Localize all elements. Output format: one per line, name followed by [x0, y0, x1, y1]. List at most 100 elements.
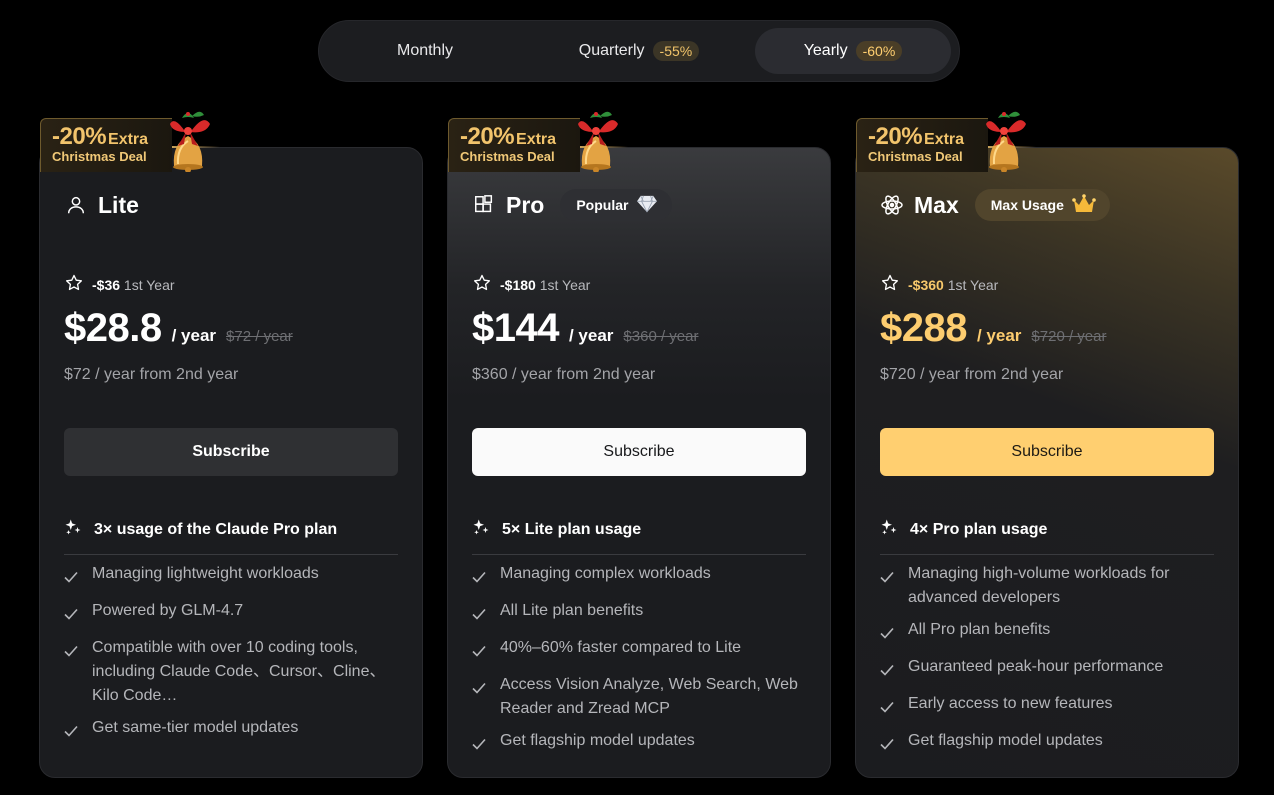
renewal-price: $360 / year from 2nd year [472, 366, 656, 383]
renewal-price: $720 / year from 2nd year [880, 366, 1064, 383]
plan-name: Lite [98, 191, 139, 218]
feature-text: All Pro plan benefits [908, 621, 1051, 638]
sparkle-icon [472, 518, 490, 541]
plan-card-max: Max Max Usage -$360 1st Year $288 / year… [855, 147, 1239, 778]
feature-text: Access Vision Analyze, Web Search, Web R… [500, 676, 798, 717]
feature-text: Managing complex workloads [500, 565, 711, 582]
price-row: $288 / year $720 / year [880, 306, 1106, 351]
plan-name: Max [914, 191, 959, 218]
feature-headline-text: 3× usage of the Claude Pro plan [94, 520, 338, 538]
subscribe-button[interactable]: Subscribe [64, 428, 398, 476]
original-price: $72 / year [226, 328, 293, 345]
discount-badge: -55% [652, 41, 700, 61]
check-icon [64, 716, 78, 745]
check-icon [880, 655, 894, 684]
feature-item: Managing complex workloads [472, 562, 806, 591]
savings-period: 1st Year [947, 276, 999, 293]
feature-text: Get flagship model updates [500, 732, 695, 749]
tab-quarterly[interactable]: Quarterly -55% [541, 28, 737, 74]
tab-yearly[interactable]: Yearly -60% [755, 28, 951, 74]
christmas-bell-icon [170, 111, 210, 172]
tab-monthly[interactable]: Monthly [327, 28, 523, 74]
subscribe-button[interactable]: Subscribe [880, 428, 1214, 476]
deal-label: -20% Extra Christmas Deal [448, 118, 580, 172]
first-year-savings: -$36 1st Year [64, 273, 175, 296]
tab-label: Monthly [396, 42, 454, 59]
feature-item: Get flagship model updates [472, 729, 806, 758]
feature-text: Managing lightweight workloads [92, 565, 319, 582]
check-icon [472, 673, 486, 721]
deal-extra: Extra [924, 131, 965, 148]
check-icon [472, 636, 486, 665]
check-icon [472, 729, 486, 758]
feature-text: Get flagship model updates [908, 732, 1103, 749]
feature-text: 40%–60% faster compared to Lite [500, 639, 742, 656]
christmas-deal-badge: -20% Extra Christmas Deal [40, 111, 220, 174]
feature-item: Powered by GLM-4.7 [64, 599, 398, 628]
deal-label: -20% Extra Christmas Deal [40, 118, 172, 172]
feature-text: Powered by GLM-4.7 [92, 602, 244, 619]
feature-headline-text: 4× Pro plan usage [910, 520, 1048, 538]
price-period: / year [976, 326, 1022, 345]
feature-item: Early access to new features [880, 692, 1214, 721]
price-row: $28.8 / year $72 / year [64, 306, 293, 351]
deal-name: Christmas Deal [868, 149, 963, 164]
christmas-deal-badge: -20% Extra Christmas Deal [856, 111, 1036, 174]
feature-text: Compatible with over 10 coding tools, in… [92, 639, 386, 704]
blocks-icon [472, 193, 496, 217]
sparkle-icon [880, 518, 898, 541]
original-price: $720 / year [1031, 328, 1107, 345]
crown-icon [1072, 193, 1096, 217]
deal-percent: -20% [460, 123, 515, 150]
badge-label: Popular [576, 197, 629, 213]
price-period: / year [171, 326, 217, 345]
price: $288 [880, 306, 967, 350]
star-icon [64, 273, 84, 296]
deal-extra: Extra [108, 131, 149, 148]
price: $28.8 [64, 306, 162, 350]
badge-label: Max Usage [990, 197, 1064, 213]
check-icon [880, 729, 894, 758]
plan-card-lite: Lite -$36 1st Year $28.8 / year $72 / ye… [39, 147, 423, 778]
plan-header: Lite [64, 190, 139, 220]
diamond-icon [636, 195, 658, 216]
deal-name: Christmas Deal [460, 149, 555, 164]
plan-name: Pro [506, 191, 545, 218]
subscribe-button[interactable]: Subscribe [472, 428, 806, 476]
savings-period: 1st Year [539, 276, 591, 293]
tab-label: Yearly [803, 42, 848, 59]
feature-item: Compatible with over 10 coding tools, in… [64, 636, 398, 708]
feature-headline: 4× Pro plan usage [880, 518, 1214, 555]
check-icon [64, 599, 78, 628]
check-icon [472, 562, 486, 591]
feature-item: Guaranteed peak-hour performance [880, 655, 1214, 684]
feature-item: Managing high-volume workloads for advan… [880, 562, 1214, 610]
star-icon [472, 273, 492, 296]
feature-headline: 5× Lite plan usage [472, 518, 806, 555]
price-row: $144 / year $360 / year [472, 306, 698, 351]
pricing-page: Monthly Quarterly -55% Yearly -60% Lite … [0, 0, 1274, 795]
feature-text: Early access to new features [908, 695, 1113, 712]
renewal-price: $72 / year from 2nd year [64, 366, 239, 383]
christmas-deal-badge: -20% Extra Christmas Deal [448, 111, 628, 174]
feature-item: 40%–60% faster compared to Lite [472, 636, 806, 665]
user-icon [64, 193, 88, 217]
popular-badge: Popular [560, 189, 673, 221]
price-period: / year [568, 326, 614, 345]
plan-header: Max Max Usage [880, 189, 1110, 221]
feature-text: Managing high-volume workloads for advan… [908, 565, 1170, 606]
feature-item: All Pro plan benefits [880, 618, 1214, 647]
first-year-savings: -$360 1st Year [880, 273, 998, 296]
check-icon [880, 618, 894, 647]
feature-item: Managing lightweight workloads [64, 562, 398, 591]
savings-amount: -$360 [908, 276, 944, 293]
feature-text: Guaranteed peak-hour performance [908, 658, 1164, 675]
check-icon [64, 636, 78, 708]
star-icon [880, 273, 900, 296]
check-icon [880, 562, 894, 610]
deal-label: -20% Extra Christmas Deal [856, 118, 988, 172]
feature-item: All Lite plan benefits [472, 599, 806, 628]
savings-amount: -$36 [92, 276, 121, 293]
max-usage-badge: Max Usage [974, 189, 1110, 221]
discount-badge: -60% [855, 41, 903, 61]
